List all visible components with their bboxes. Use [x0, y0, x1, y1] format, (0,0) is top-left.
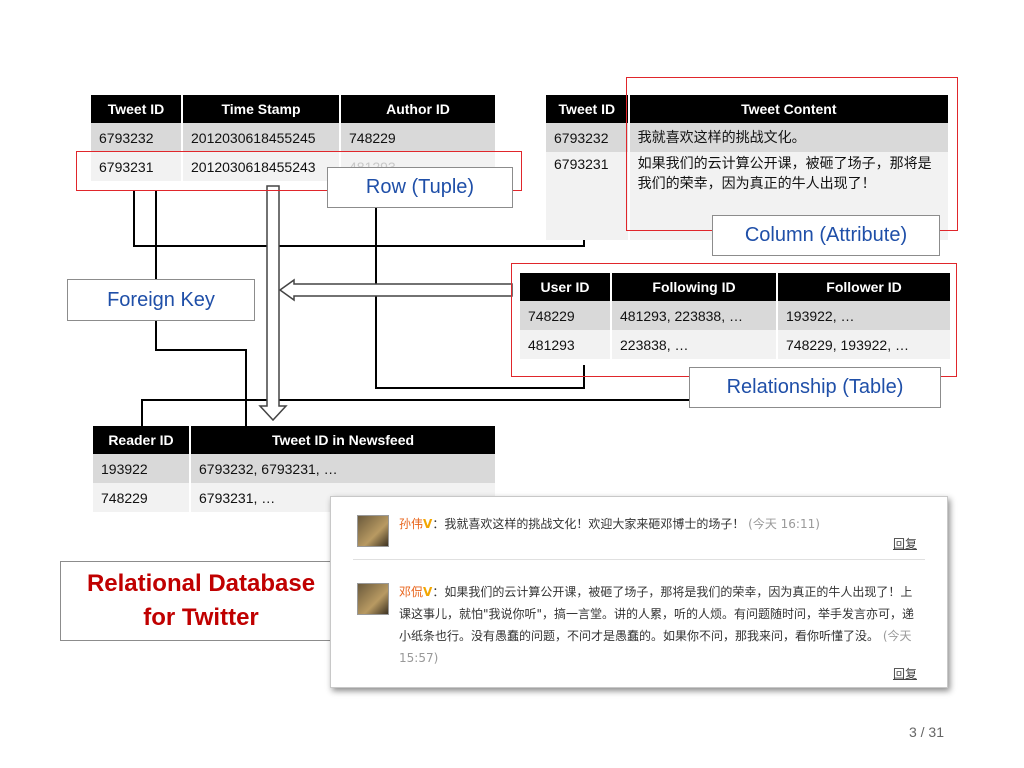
table-row: 6793232 2012030618455245 748229: [91, 123, 495, 152]
post-time: (今天 16:11): [748, 517, 820, 531]
username-link[interactable]: 邓侃: [399, 585, 423, 599]
column-attribute-label: Column (Attribute): [712, 215, 940, 256]
foreign-key-label: Foreign Key: [67, 279, 255, 321]
header-author-id: Author ID: [341, 95, 495, 123]
verified-badge-icon: V: [423, 517, 433, 531]
arrow-to-foreign-key: [278, 278, 513, 302]
table-highlight: [511, 263, 957, 377]
row-tuple-label: Row (Tuple): [327, 167, 513, 208]
cell: 748229: [341, 123, 495, 152]
avatar: [357, 583, 389, 615]
cell: 193922: [93, 454, 189, 483]
header-reader-id: Reader ID: [93, 426, 189, 454]
title-line-1: Relational Database: [86, 570, 316, 597]
post-text: 孙伟V：我就喜欢这样的挑战文化！欢迎大家来砸邓博士的场子！ (今天 16:11): [399, 513, 917, 535]
arrow-to-newsfeed: [258, 185, 288, 422]
cell: 2012030618455245: [183, 123, 339, 152]
title-line-2: for Twitter: [143, 604, 259, 631]
cell: 6793231: [546, 152, 628, 240]
post-text: 邓侃V：如果我们的云计算公开课，被砸了场子，那将是我们的荣幸，因为真正的牛人出现…: [399, 581, 917, 669]
post-body: ：我就喜欢这样的挑战文化！欢迎大家来砸邓博士的场子！: [432, 517, 745, 531]
header-tweet-id: Tweet ID: [91, 95, 181, 123]
header-time-stamp: Time Stamp: [183, 95, 339, 123]
avatar: [357, 515, 389, 547]
slide-title: Relational Database for Twitter: [60, 561, 342, 641]
header-tweet-id-in-newsfeed: Tweet ID in Newsfeed: [191, 426, 495, 454]
reply-link[interactable]: 回复: [893, 665, 917, 682]
weibo-post: 邓侃V：如果我们的云计算公开课，被砸了场子，那将是我们的荣幸，因为真正的牛人出现…: [357, 581, 917, 681]
weibo-screenshot: 孙伟V：我就喜欢这样的挑战文化！欢迎大家来砸邓博士的场子！ (今天 16:11)…: [330, 496, 948, 688]
reply-link[interactable]: 回复: [893, 535, 917, 552]
connector-follower-reader: [141, 399, 700, 426]
verified-badge-icon: V: [423, 585, 433, 599]
weibo-post: 孙伟V：我就喜欢这样的挑战文化！欢迎大家来砸邓博士的场子！ (今天 16:11)…: [357, 513, 917, 563]
cell: 6793232: [546, 123, 628, 152]
cell: 6793232: [91, 123, 181, 152]
username-link[interactable]: 孙伟: [399, 517, 423, 531]
relationship-table-label: Relationship (Table): [689, 367, 941, 408]
column-highlight: [626, 77, 958, 231]
header-tweet-id: Tweet ID: [546, 95, 628, 123]
cell: 6793232, 6793231, …: [191, 454, 495, 483]
page-number: 3 / 31: [908, 724, 944, 740]
divider: [353, 559, 925, 560]
cell: 748229: [93, 483, 189, 512]
table-row: 193922 6793232, 6793231, …: [93, 454, 495, 483]
post-body: ：如果我们的云计算公开课，被砸了场子，那将是我们的荣幸，因为真正的牛人出现了！上…: [399, 585, 915, 643]
